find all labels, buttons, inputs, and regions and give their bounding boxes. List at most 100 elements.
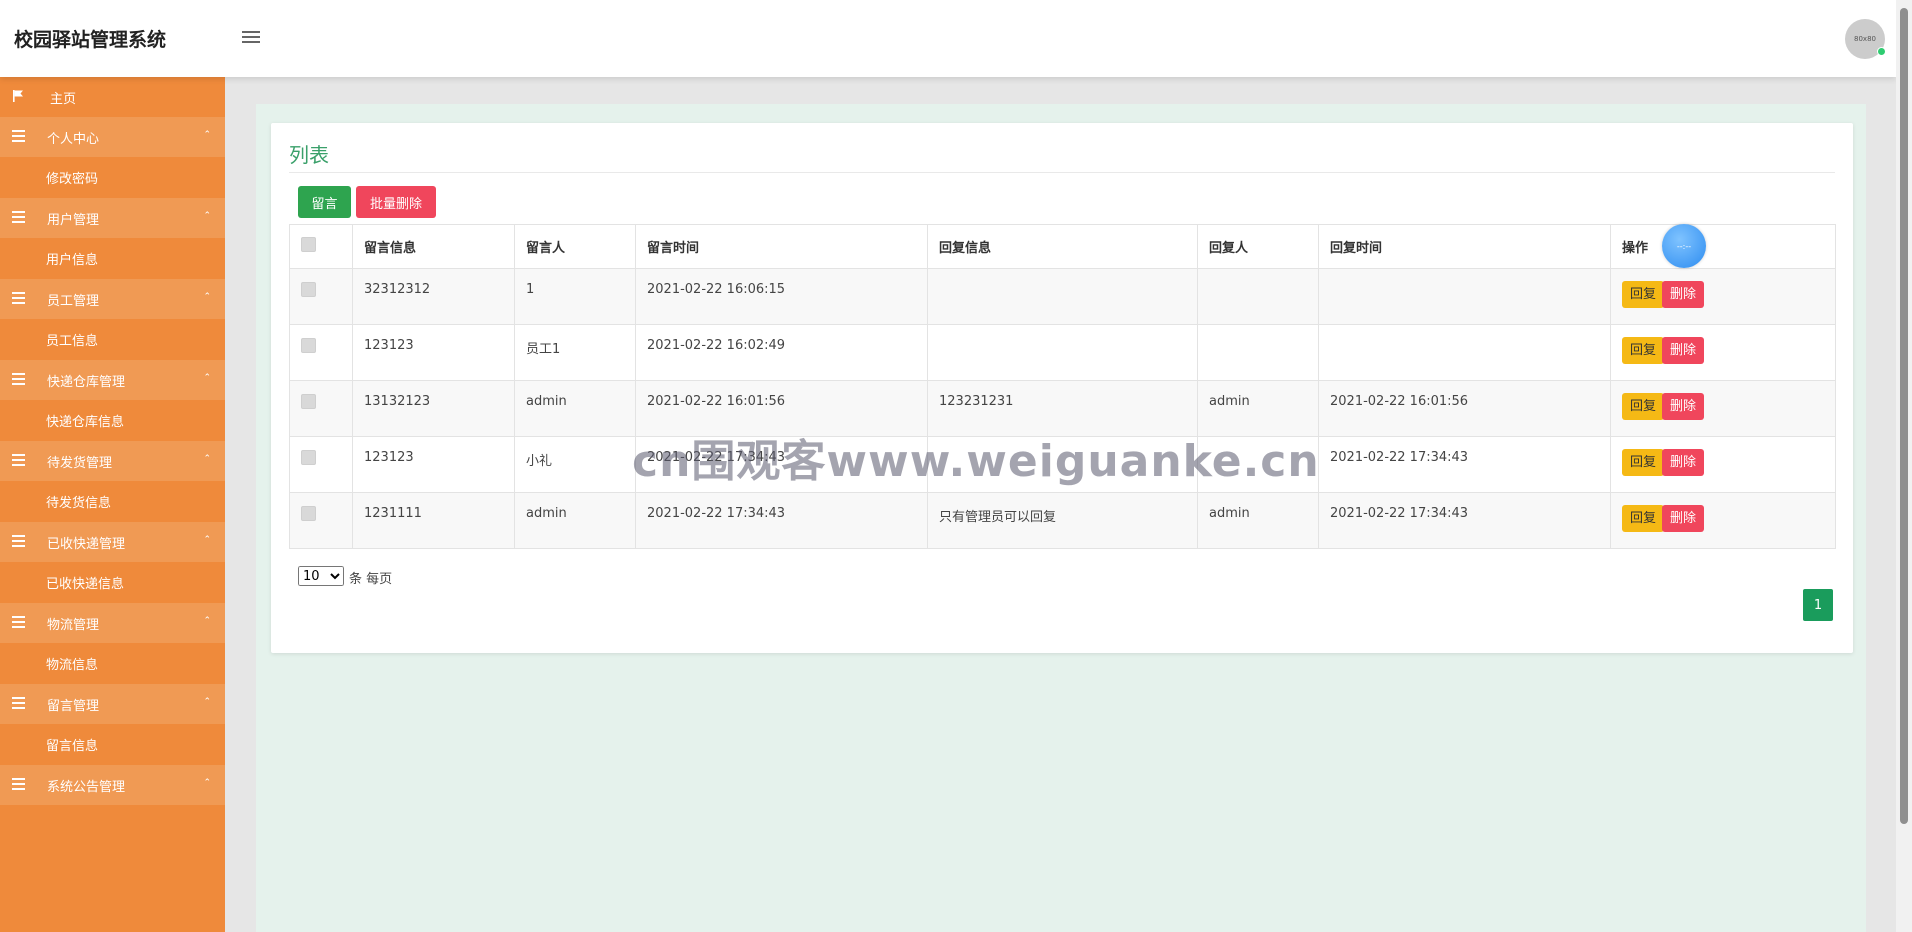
row-checkbox[interactable] bbox=[301, 338, 316, 353]
actions-cell: 回复 删除 bbox=[1610, 380, 1836, 437]
delete-button[interactable]: 删除 bbox=[1662, 505, 1705, 532]
time-cell: 2021-02-22 16:02:49 bbox=[635, 324, 928, 381]
reply-button[interactable]: 回复 bbox=[1622, 337, 1665, 364]
top-header: 校园驿站管理系统 80x80 bbox=[0, 0, 1896, 77]
author-cell: 小礼 bbox=[514, 436, 636, 493]
row-checkbox[interactable] bbox=[301, 282, 316, 297]
sidebar-item-staff-info[interactable]: 员工信息 bbox=[0, 319, 225, 360]
sidebar-item-label: 主页 bbox=[50, 91, 77, 107]
list-icon bbox=[12, 778, 25, 790]
sidebar-group-staff[interactable]: 员工管理 ⌃ bbox=[0, 279, 225, 319]
sidebar-item-message-info[interactable]: 留言信息 bbox=[0, 724, 225, 765]
list-icon bbox=[12, 616, 25, 628]
chevron-up-icon: ⌃ bbox=[203, 616, 211, 626]
scrollbar-thumb[interactable] bbox=[1900, 8, 1908, 824]
delete-button[interactable]: 删除 bbox=[1662, 393, 1705, 420]
row-checkbox[interactable] bbox=[301, 506, 316, 521]
sidebar-group-label: 待发货管理 bbox=[47, 455, 113, 471]
sidebar-item-pending-shipment-info[interactable]: 待发货信息 bbox=[0, 481, 225, 522]
chevron-up-icon: ⌃ bbox=[203, 373, 211, 383]
delete-button[interactable]: 删除 bbox=[1662, 337, 1705, 364]
row-select-cell bbox=[289, 268, 353, 325]
sidebar-group-personal[interactable]: 个人中心 ⌃ bbox=[0, 117, 225, 157]
pagination-page-button[interactable]: 1 bbox=[1803, 589, 1833, 621]
table-row: 123123 员工1 2021-02-22 16:02:49 回复 删除 bbox=[289, 324, 1836, 381]
online-status-dot bbox=[1877, 47, 1886, 56]
table-row: 32312312 1 2021-02-22 16:06:15 回复 删除 bbox=[289, 268, 1836, 325]
message-cell: 123123 bbox=[352, 436, 515, 493]
sidebar-group-warehouse[interactable]: 快递仓库管理 ⌃ bbox=[0, 360, 225, 400]
avatar[interactable]: 80x80 bbox=[1845, 19, 1886, 59]
reply-time-cell: 2021-02-22 16:01:56 bbox=[1318, 380, 1611, 437]
table-header-row: 留言信息 留言人 留言时间 回复信息 回复人 回复时间 操作 bbox=[289, 224, 1836, 269]
sidebar-group-announcements[interactable]: 系统公告管理 ⌃ bbox=[0, 765, 225, 805]
sidebar-group-label: 员工管理 bbox=[47, 293, 100, 309]
reply-button[interactable]: 回复 bbox=[1622, 449, 1665, 476]
sidebar-group-label: 系统公告管理 bbox=[47, 779, 126, 795]
sidebar-group-label: 留言管理 bbox=[47, 698, 100, 714]
avatar-text: 80x80 bbox=[1854, 35, 1876, 43]
message-cell: 32312312 bbox=[352, 268, 515, 325]
author-cell: admin bbox=[514, 492, 636, 549]
chevron-up-icon: ⌃ bbox=[203, 778, 211, 788]
list-icon bbox=[12, 292, 25, 304]
delete-button[interactable]: 删除 bbox=[1662, 449, 1705, 476]
clock-widget[interactable]: --:-- bbox=[1662, 224, 1706, 268]
row-select-cell bbox=[289, 436, 353, 493]
page-size-select[interactable]: 10 20 50 bbox=[298, 566, 344, 586]
chevron-up-icon: ⌃ bbox=[203, 211, 211, 221]
sidebar-item-received-info[interactable]: 已收快递信息 bbox=[0, 562, 225, 603]
reply-time-cell bbox=[1318, 324, 1611, 381]
chevron-up-icon: ⌃ bbox=[203, 292, 211, 302]
sidebar-item-home[interactable]: 主页 bbox=[0, 77, 225, 117]
time-cell: 2021-02-22 17:34:43 bbox=[635, 492, 928, 549]
actions-cell: 回复 删除 bbox=[1610, 436, 1836, 493]
reply-time-cell bbox=[1318, 268, 1611, 325]
sidebar-item-change-password[interactable]: 修改密码 bbox=[0, 157, 225, 198]
menu-toggle-icon[interactable] bbox=[242, 28, 260, 44]
list-icon bbox=[12, 373, 25, 385]
sidebar-group-logistics[interactable]: 物流管理 ⌃ bbox=[0, 603, 225, 643]
reply-cell bbox=[927, 268, 1198, 325]
reply-cell: 只有管理员可以回复 bbox=[927, 492, 1198, 549]
column-header: 留言信息 bbox=[352, 224, 515, 269]
sidebar-group-received[interactable]: 已收快递管理 ⌃ bbox=[0, 522, 225, 562]
select-all-checkbox[interactable] bbox=[301, 237, 316, 252]
list-icon bbox=[12, 211, 25, 223]
chevron-up-icon: ⌃ bbox=[203, 697, 211, 707]
watermark: cn围观客www.weiguanke.cn bbox=[632, 436, 1320, 487]
author-cell: 员工1 bbox=[514, 324, 636, 381]
sidebar-group-label: 个人中心 bbox=[47, 131, 100, 147]
reply-button[interactable]: 回复 bbox=[1622, 281, 1665, 308]
sidebar-item-user-info[interactable]: 用户信息 bbox=[0, 238, 225, 279]
sidebar-item-logistics-info[interactable]: 物流信息 bbox=[0, 643, 225, 684]
sidebar-item-warehouse-info[interactable]: 快递仓库信息 bbox=[0, 400, 225, 441]
sidebar-group-label: 物流管理 bbox=[47, 617, 100, 633]
sidebar-group-pending-shipment[interactable]: 待发货管理 ⌃ bbox=[0, 441, 225, 481]
reply-time-cell: 2021-02-22 17:34:43 bbox=[1318, 436, 1611, 493]
column-header: 留言时间 bbox=[635, 224, 928, 269]
list-card: 列表 留言 批量删除 留言信息 留言人 留言时间 回复信息 回复人 回复时间 操… bbox=[271, 123, 1853, 653]
sidebar-group-messages[interactable]: 留言管理 ⌃ bbox=[0, 684, 225, 724]
reply-button[interactable]: 回复 bbox=[1622, 505, 1665, 532]
table-row: 1231111 admin 2021-02-22 17:34:43 只有管理员可… bbox=[289, 492, 1836, 549]
message-cell: 1231111 bbox=[352, 492, 515, 549]
sidebar-group-label: 用户管理 bbox=[47, 212, 100, 228]
page-scrollbar[interactable] bbox=[1896, 0, 1912, 932]
page-size-label: 条 每页 bbox=[349, 572, 393, 587]
reply-button[interactable]: 回复 bbox=[1622, 393, 1665, 420]
replier-cell bbox=[1197, 268, 1319, 325]
batch-delete-button[interactable]: 批量删除 bbox=[356, 186, 436, 218]
sidebar-group-users[interactable]: 用户管理 ⌃ bbox=[0, 198, 225, 238]
list-icon bbox=[12, 535, 25, 547]
author-cell: 1 bbox=[514, 268, 636, 325]
row-select-cell bbox=[289, 324, 353, 381]
clock-text: --:-- bbox=[1676, 241, 1692, 251]
row-checkbox[interactable] bbox=[301, 394, 316, 409]
message-table: 留言信息 留言人 留言时间 回复信息 回复人 回复时间 操作 32312312 … bbox=[289, 224, 1836, 549]
app-title: 校园驿站管理系统 bbox=[14, 29, 167, 51]
add-message-button[interactable]: 留言 bbox=[298, 186, 351, 218]
row-checkbox[interactable] bbox=[301, 450, 316, 465]
delete-button[interactable]: 删除 bbox=[1662, 281, 1705, 308]
replier-cell bbox=[1197, 324, 1319, 381]
